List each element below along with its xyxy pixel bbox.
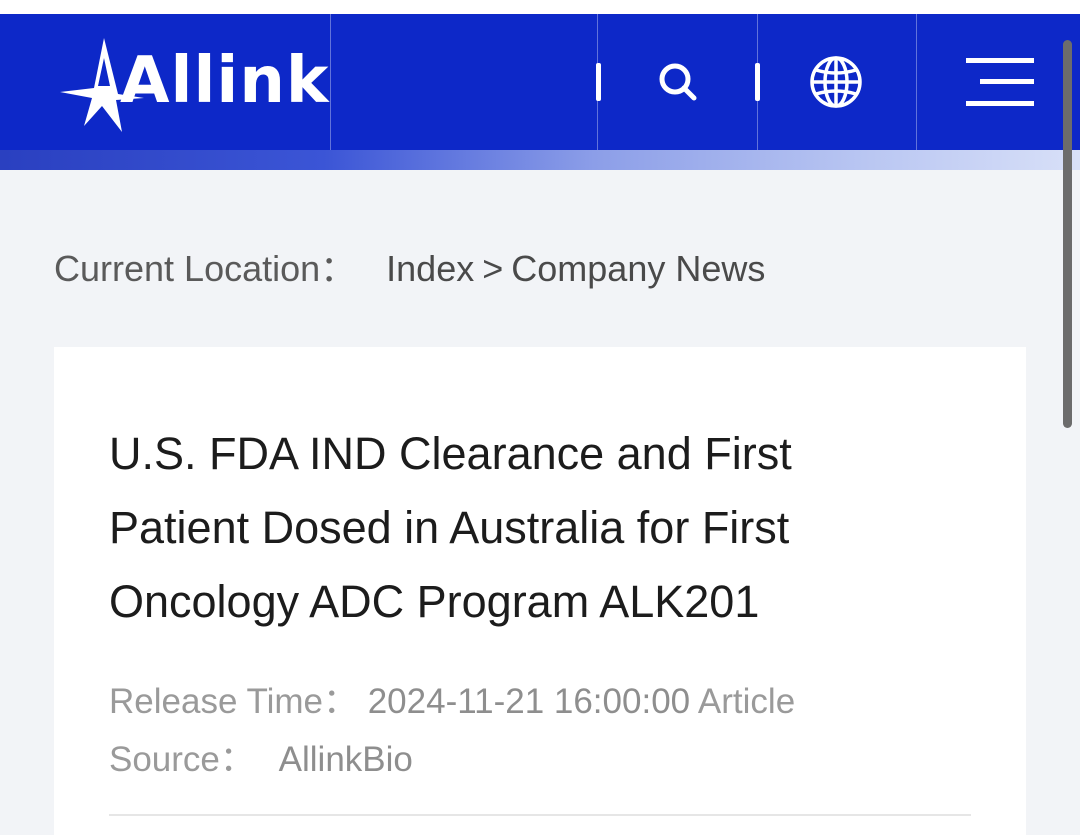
source-label: Source： [109, 740, 255, 779]
search-button[interactable] [640, 14, 716, 150]
header-separator-bar [755, 63, 760, 101]
article-meta: Release Time： 2024-11-21 16:00:00 Articl… [109, 673, 909, 789]
language-button[interactable] [796, 14, 876, 150]
header-divider [330, 14, 331, 150]
breadcrumb-item-index[interactable]: Index [386, 248, 474, 289]
article-divider [109, 814, 971, 816]
status-strip [0, 0, 1080, 14]
page: Allink Current Location： Index > Company N [0, 0, 1080, 835]
breadcrumb-separator: > [482, 248, 504, 289]
release-time-value: 2024-11-21 16:00:00 [367, 682, 691, 721]
breadcrumb-label: Current Location： [54, 248, 357, 289]
breadcrumb: Current Location： Index > Company News [54, 240, 765, 292]
globe-icon [810, 56, 862, 108]
source-value: AllinkBio [278, 740, 413, 779]
header-divider [916, 14, 917, 150]
search-icon [659, 63, 697, 101]
article-title: U.S. FDA IND Clearance and First Patient… [109, 428, 792, 627]
site-logo[interactable]: Allink [58, 36, 328, 136]
article-card: U.S. FDA IND Clearance and First Patient… [54, 347, 1026, 835]
source-label-prefix: Article [697, 682, 796, 721]
menu-icon [966, 58, 1034, 106]
header-separator-bar [596, 63, 601, 101]
menu-button[interactable] [950, 14, 1050, 150]
breadcrumb-item-company-news[interactable]: Company News [511, 248, 765, 289]
scrollbar[interactable] [1063, 40, 1072, 428]
release-time-label: Release Time： [109, 682, 358, 721]
logo-wordmark: Allink [120, 44, 330, 118]
header-gradient-band [0, 150, 1080, 170]
